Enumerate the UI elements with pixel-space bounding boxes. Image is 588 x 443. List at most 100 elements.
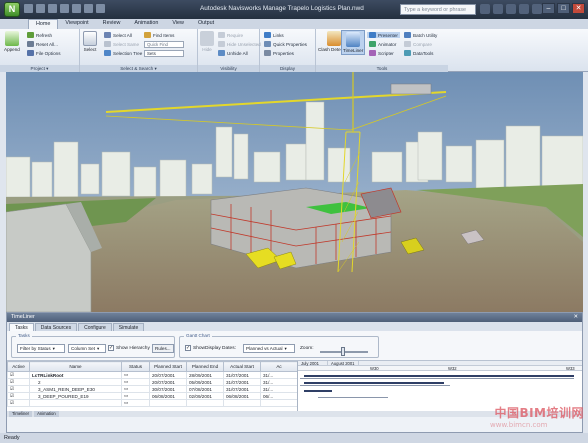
column-active[interactable]: Active (7, 361, 30, 372)
hide-unselected-button[interactable]: Hide Unselected (218, 41, 261, 47)
select-same-button[interactable]: Select Same (104, 41, 139, 47)
actual-end-cell[interactable]: 31/... (260, 385, 298, 393)
open-icon[interactable] (36, 4, 45, 13)
datatools-button[interactable]: DataTools (404, 50, 433, 56)
help-icon[interactable] (532, 4, 542, 14)
select-icon[interactable] (96, 4, 105, 13)
new-icon[interactable] (24, 4, 33, 13)
show-hierarchy-checkbox[interactable]: ✓ Show Hierarchy (108, 345, 150, 351)
tab-view[interactable]: View (165, 19, 191, 29)
table-row[interactable]: ☑ ▭ (7, 399, 298, 407)
animator-button[interactable]: Animator (369, 41, 396, 47)
tab-data-sources[interactable]: Data Sources (34, 323, 78, 331)
subscription-icon[interactable] (493, 4, 503, 14)
planned-end-cell[interactable]: 28/09/2001 (186, 371, 224, 379)
active-checkbox[interactable]: ☑ (7, 399, 30, 407)
sets-dropdown[interactable]: Sets (144, 50, 184, 57)
select-button[interactable]: Select (83, 31, 97, 52)
quick-find-input[interactable]: Quick Find (144, 41, 184, 48)
actual-start-cell[interactable]: 31/07/2001 (223, 371, 261, 379)
presenter-button[interactable]: Presenter (367, 32, 400, 38)
rules-button[interactable]: Rules... (152, 344, 174, 353)
task-name[interactable] (29, 399, 122, 407)
active-checkbox[interactable]: ☑ (7, 378, 30, 386)
active-checkbox[interactable]: ☑ (7, 371, 30, 379)
print-icon[interactable] (60, 4, 69, 13)
zoom-slider-thumb[interactable] (341, 347, 345, 356)
scripter-button[interactable]: Scripter (369, 50, 394, 56)
unhide-all-button[interactable]: Unhide All (218, 50, 248, 56)
redo-icon[interactable] (84, 4, 93, 13)
actual-end-cell[interactable]: 06/... (260, 392, 298, 400)
gantt-bar[interactable] (304, 382, 444, 384)
close-button[interactable]: ✕ (572, 3, 585, 14)
properties-button[interactable]: Properties (264, 50, 294, 56)
append-button[interactable]: Append (4, 31, 20, 52)
search-icon[interactable] (480, 4, 490, 14)
maximize-button[interactable]: □ (557, 3, 570, 14)
task-name[interactable]: 3_ASM1_REIN_DEEP_E30 (29, 385, 122, 393)
tab-configure[interactable]: Configure (78, 323, 112, 331)
task-name[interactable]: 3_DEEP_POURED_E19 (29, 392, 122, 400)
gantt-planned-bar[interactable] (318, 397, 388, 398)
actual-start-cell[interactable] (223, 399, 261, 407)
planned-start-cell[interactable]: 20/07/2001 (149, 378, 187, 386)
links-button[interactable]: Links (264, 32, 284, 38)
3d-viewport[interactable] (6, 72, 583, 312)
column-set-dropdown[interactable]: Column Set (68, 344, 106, 353)
save-icon[interactable] (48, 4, 57, 13)
require-button[interactable]: Require (218, 32, 243, 38)
quick-properties-button[interactable]: Quick Properties (264, 41, 307, 47)
project-group-label[interactable]: Project ▾ (0, 65, 79, 72)
table-row[interactable]: ☑ 3_ASM1_REIN_DEEP_E30 ▭ 30/07/2001 07/0… (7, 385, 298, 393)
select-all-button[interactable]: Select All (104, 32, 132, 38)
refresh-button[interactable]: Refresh (27, 32, 52, 38)
tab-simulate[interactable]: Simulate (112, 323, 145, 331)
reset-all-button[interactable]: Reset All... (27, 41, 58, 47)
selection-tree-button[interactable]: Selection Tree (104, 50, 142, 56)
actual-start-cell[interactable]: 31/07/2001 (223, 378, 261, 386)
table-row[interactable]: ☑ 2 ▭ 20/07/2001 05/09/2001 31/07/2001 3… (7, 378, 298, 386)
task-name[interactable]: LcTRLinkRoot (29, 371, 122, 379)
column-name[interactable]: Name (29, 361, 122, 372)
planned-end-cell[interactable]: 05/09/2001 (186, 378, 224, 386)
column-status[interactable]: Status (121, 361, 150, 372)
task-name[interactable]: 2 (29, 378, 122, 386)
planned-start-cell[interactable]: 06/08/2001 (149, 392, 187, 400)
batch-utility-button[interactable]: Batch Utility (404, 32, 437, 38)
compare-button[interactable]: Compare (404, 41, 432, 47)
communication-icon[interactable] (506, 4, 516, 14)
hide-button[interactable]: Hide (200, 31, 214, 52)
find-items-button[interactable]: Find Items (144, 32, 174, 38)
application-menu-button[interactable]: N (4, 2, 20, 17)
actual-end-cell[interactable]: 31/... (260, 371, 298, 379)
planned-end-cell[interactable] (186, 399, 224, 407)
tab-tasks[interactable]: Tasks (9, 323, 34, 331)
planned-start-cell[interactable]: 30/07/2001 (149, 385, 187, 393)
planned-start-cell[interactable]: 20/07/2001 (149, 371, 187, 379)
planned-start-cell[interactable] (149, 399, 187, 407)
gantt-planned-bar[interactable] (300, 378, 574, 379)
gantt-planned-bar[interactable] (300, 385, 450, 386)
file-options-button[interactable]: File Options (27, 50, 61, 56)
tab-home[interactable]: Home (28, 19, 59, 29)
actual-end-cell[interactable]: 31/... (260, 378, 298, 386)
filter-by-status-dropdown[interactable]: Filter by Status (17, 344, 65, 353)
gantt-bar[interactable] (304, 375, 574, 377)
tab-viewpoint[interactable]: Viewpoint (58, 19, 95, 29)
column-actual-start[interactable]: Actual Start (223, 361, 261, 372)
display-dates-dropdown[interactable]: Planned vs Actual (243, 344, 295, 353)
planned-end-cell[interactable]: 02/09/2001 (186, 392, 224, 400)
tab-output[interactable]: Output (191, 19, 221, 29)
undo-icon[interactable] (72, 4, 81, 13)
favorites-icon[interactable] (519, 4, 529, 14)
actual-start-cell[interactable]: 31/07/2001 (223, 385, 261, 393)
table-row[interactable]: ☑ 3_DEEP_POURED_E19 ▭ 06/08/2001 02/09/2… (7, 392, 298, 400)
help-search-input[interactable]: Type a keyword or phrase (400, 4, 476, 15)
panel-close-icon[interactable]: ✕ (573, 314, 578, 320)
active-checkbox[interactable]: ☑ (7, 392, 30, 400)
bottom-tab-timeliner[interactable]: Timeliner (9, 411, 33, 417)
column-planned-start[interactable]: Planned Start (149, 361, 187, 372)
timeliner-button[interactable]: TimeLiner (341, 30, 366, 55)
select-search-group-label[interactable]: Select & Search ▾ (80, 65, 197, 72)
